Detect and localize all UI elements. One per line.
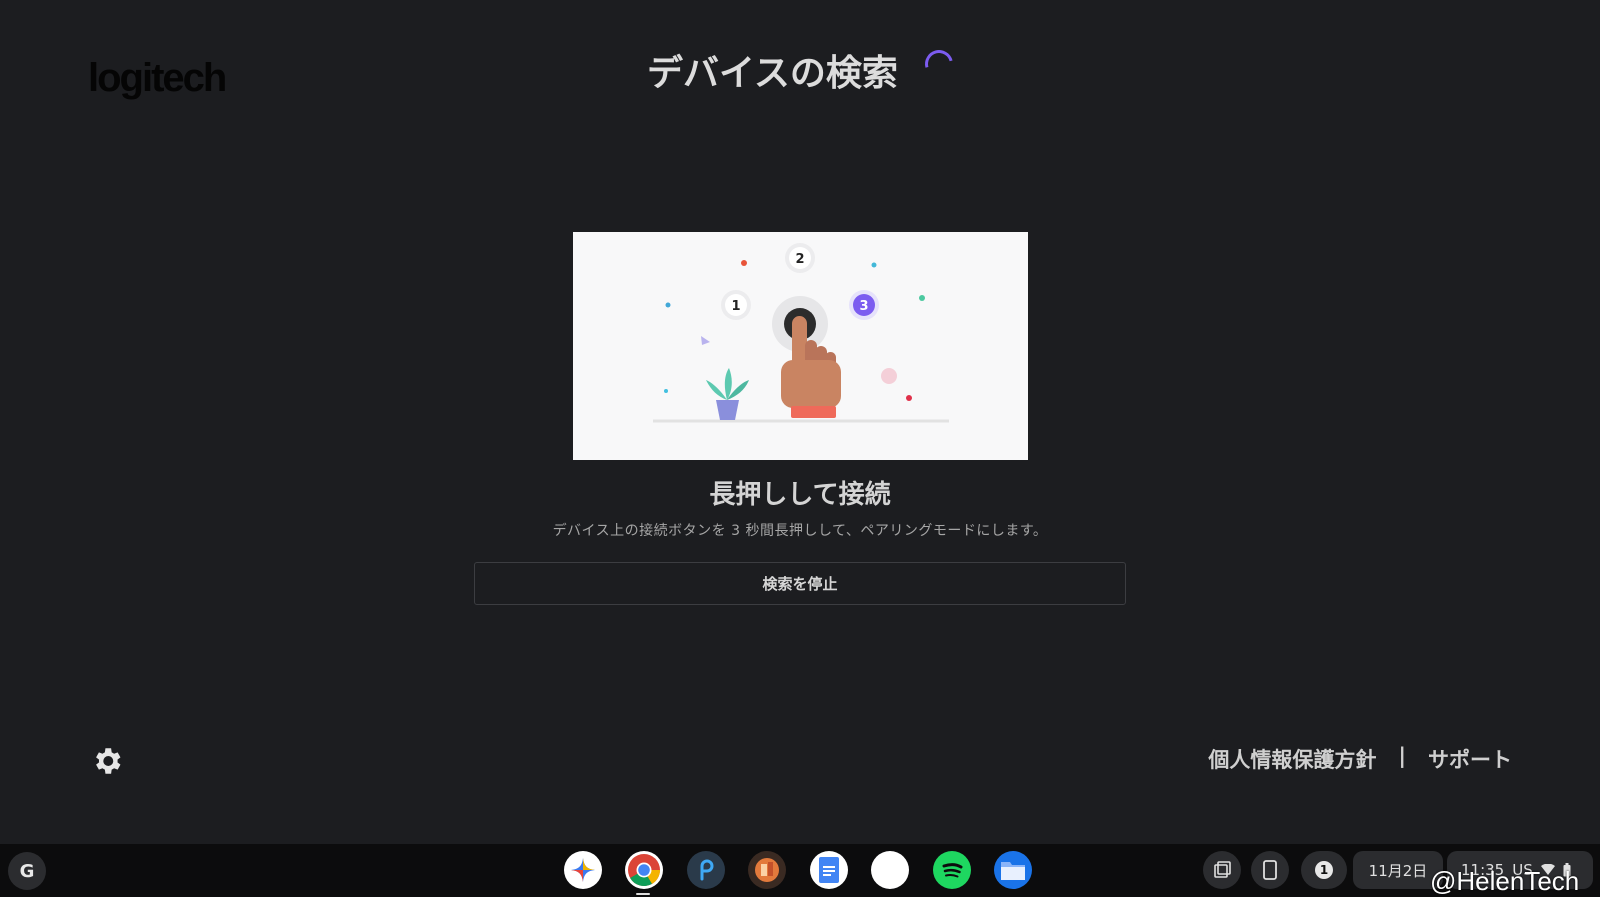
screen-capture-icon[interactable] [1203,851,1241,889]
step-2-label: 2 [795,252,804,267]
page-title: デバイスの検索 [646,53,898,94]
launcher-button[interactable]: G [8,852,46,890]
date-text: 11月2日 [1368,861,1428,880]
blank-app-icon[interactable] [871,851,909,889]
phone-hub-icon[interactable] [1251,851,1289,889]
notification-badge[interactable]: 1 [1301,851,1347,889]
logitech-app-window: logitech デバイスの検索 1 2 3 長押しして接続 デバイス上の接続ボ… [0,0,1600,844]
tinkercad-icon[interactable] [748,851,786,889]
footer-links: 個人情報保護方針 | サポート [1208,744,1512,774]
loading-spinner-icon [919,44,959,84]
step-1-label: 1 [731,299,740,314]
privacy-policy-link[interactable]: 個人情報保護方針 [1208,744,1376,774]
spotify-icon[interactable] [933,851,971,889]
chrome-active-indicator [636,893,650,895]
pairing-illustration: 1 2 3 [573,232,1028,460]
page-header: デバイスの検索 [0,44,1600,96]
picsart-icon[interactable] [687,851,725,889]
docs-icon[interactable] [810,851,848,889]
files-icon[interactable] [994,851,1032,889]
pairing-description: デバイス上の接続ボタンを 3 秒間長押しして、ペアリングモードにします。 [552,523,1048,539]
watermark-text: @HelenTech [1430,866,1580,896]
pairing-heading: 長押しして接続 [709,480,891,510]
support-link[interactable]: サポート [1428,744,1512,774]
step-3-label: 3 [859,299,868,314]
footer-separator: | [1398,744,1406,768]
chrome-icon[interactable] [625,851,663,889]
pairing-illustration-graphic: 1 2 3 [653,243,949,423]
settings-gear-icon[interactable] [90,744,124,778]
gemini-icon[interactable] [564,851,602,889]
stop-search-button[interactable]: 検索を停止 [474,562,1126,605]
notification-count: 1 [1315,861,1333,879]
